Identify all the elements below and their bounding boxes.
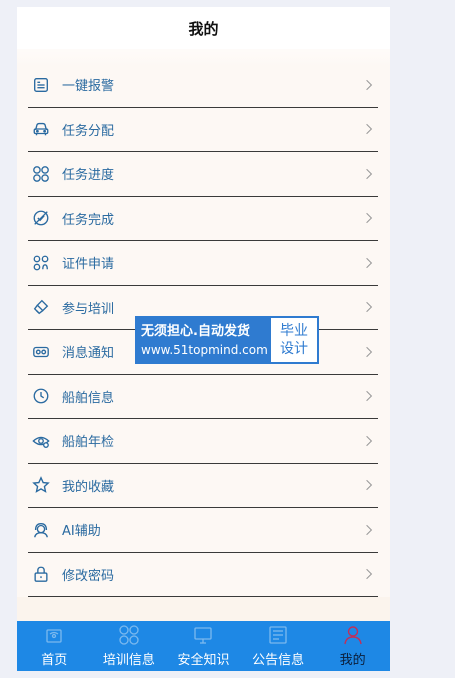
check-badge-icon (31, 208, 51, 228)
menu-item-task-complete[interactable]: 任务完成 (28, 197, 378, 241)
watermark-stamp: 无须担心.自动发货 www.51topmind.com 毕业 设计 (135, 316, 319, 364)
menu-item-task-progress[interactable]: 任务进度 (28, 152, 378, 197)
menu-item-label: 修改密码 (62, 568, 115, 584)
menu-item-label: 任务进度 (62, 168, 115, 184)
chevron-right-icon (364, 167, 374, 181)
tab-safety-knowledge[interactable]: 安全知识 (166, 621, 241, 671)
clock-icon (31, 386, 51, 406)
monitor-icon (192, 624, 214, 646)
notice-board-icon (267, 624, 289, 646)
watermark-line2: www.51topmind.com (141, 342, 268, 357)
tab-label: 我的 (339, 653, 366, 668)
alarm-panel-icon (31, 75, 51, 95)
menu-item-alarm[interactable]: 一键报警 (28, 63, 378, 108)
person-icon (342, 624, 364, 646)
chevron-right-icon (364, 300, 374, 314)
watermark-side: 毕业 设计 (271, 318, 317, 362)
menu-item-label: 船舶年检 (62, 435, 115, 451)
support-agent-icon (31, 520, 51, 540)
header: 我的 (17, 7, 390, 49)
car-icon (31, 119, 51, 139)
chevron-right-icon (364, 567, 374, 581)
tab-label: 安全知识 (177, 653, 230, 668)
menu-item-certificate[interactable]: 证件申请 (28, 241, 378, 286)
menu-item-label: 任务分配 (62, 123, 115, 139)
tab-bar: 首页 培训信息 安全知识 公告信息 我的 (17, 621, 390, 671)
menu-item-label: 船舶信息 (62, 390, 115, 406)
menu-item-ai-assist[interactable]: AI辅助 (28, 508, 378, 553)
menu-item-label: 参与培训 (62, 301, 115, 317)
people-grid-icon (31, 253, 51, 273)
eye-icon (31, 431, 51, 451)
menu-item-label: AI辅助 (62, 524, 101, 540)
menu-item-ship-info[interactable]: 船舶信息 (28, 375, 378, 419)
tab-home[interactable]: 首页 (17, 621, 92, 671)
vr-glasses-icon (31, 342, 51, 362)
menu-item-label: 任务完成 (62, 212, 115, 228)
tab-label: 公告信息 (252, 653, 305, 668)
menu-item-label: 一键报警 (62, 79, 115, 95)
tab-announcements[interactable]: 公告信息 (241, 621, 316, 671)
chevron-right-icon (364, 523, 374, 537)
chevron-right-icon (364, 256, 374, 270)
tab-label: 首页 (41, 653, 68, 668)
watermark-line1: 无须担心.自动发货 (141, 323, 250, 339)
tab-mine[interactable]: 我的 (315, 621, 390, 671)
chevron-right-icon (364, 389, 374, 403)
menu-item-change-password[interactable]: 修改密码 (28, 553, 378, 597)
star-icon (31, 475, 51, 495)
page-title: 我的 (188, 19, 219, 38)
watermark-main: 无须担心.自动发货 www.51topmind.com (137, 318, 271, 362)
menu-item-ship-inspection[interactable]: 船舶年检 (28, 419, 378, 464)
watermark-side-line1: 毕业 (280, 323, 308, 339)
tab-label: 培训信息 (102, 653, 155, 668)
chevron-right-icon (364, 434, 374, 448)
chevron-right-icon (364, 122, 374, 136)
tab-training-info[interactable]: 培训信息 (92, 621, 167, 671)
home-icon (43, 624, 65, 646)
grid-circles-icon (118, 624, 140, 646)
watermark-side-line2: 设计 (280, 341, 308, 357)
chevron-right-icon (364, 211, 374, 225)
chevron-right-icon (364, 478, 374, 492)
menu-item-task-assign[interactable]: 任务分配 (28, 108, 378, 152)
lock-icon (31, 564, 51, 584)
menu-item-label: 消息通知 (62, 346, 115, 362)
menu-item-favorites[interactable]: 我的收藏 (28, 464, 378, 508)
menu-item-label: 我的收藏 (62, 479, 115, 495)
chevron-right-icon (364, 345, 374, 359)
grid-circles-icon (31, 164, 51, 184)
bottom-spacer (17, 597, 390, 621)
brush-icon (31, 297, 51, 317)
menu-item-label: 证件申请 (62, 257, 115, 273)
chevron-right-icon (364, 78, 374, 92)
